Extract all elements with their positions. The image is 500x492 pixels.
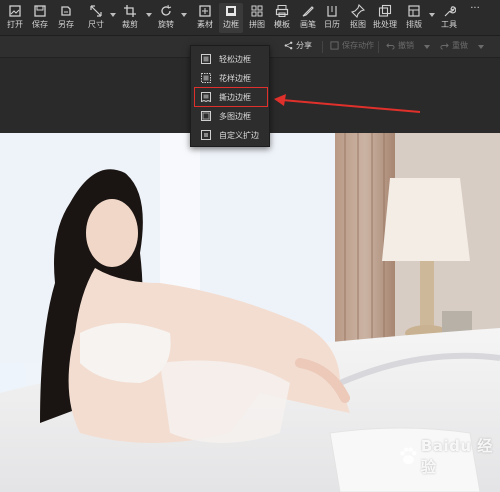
size-button[interactable]: 尺寸	[84, 3, 108, 33]
custom-expand-icon	[201, 130, 211, 140]
menu-item-label: 花样边框	[219, 73, 251, 83]
watermark-text: Baidu 经验	[420, 437, 493, 476]
material-button[interactable]: 素材	[193, 3, 217, 33]
divider	[322, 41, 323, 53]
template-button[interactable]: 模板	[270, 3, 294, 33]
batch-stack-icon	[378, 4, 392, 17]
more-label: ···	[470, 3, 480, 14]
draw-label: 画笔	[300, 20, 316, 29]
crop-dropdown-caret[interactable]	[146, 13, 152, 17]
wrench-icon	[444, 6, 456, 17]
rotate-button[interactable]: 旋转	[154, 3, 178, 33]
template-label: 模板	[274, 20, 290, 29]
simple-border-icon	[201, 54, 211, 64]
cutout-button[interactable]: 抠图	[346, 3, 370, 33]
undo-icon	[386, 43, 395, 50]
save-action-icon	[330, 41, 339, 50]
tools-label: 工具	[441, 20, 457, 29]
menu-item-label: 撕边边框	[219, 92, 251, 102]
share-button[interactable]: 分享	[284, 40, 312, 51]
layout-button[interactable]: 排版	[402, 3, 426, 33]
annotation-arrow	[274, 94, 421, 113]
baidu-watermark: Baidu 经验	[398, 437, 500, 476]
paw-logo-icon	[400, 447, 417, 465]
printer-icon	[275, 5, 289, 17]
share-label: 分享	[296, 41, 312, 50]
border-frame-icon	[226, 6, 236, 16]
undo-label: 撤销	[398, 41, 414, 50]
save-icon	[34, 5, 46, 17]
menu-item-simple-border[interactable]: 轻松边框	[195, 50, 267, 68]
puzzle-button[interactable]: 拼图	[245, 3, 269, 33]
calendar-label: 日历	[324, 20, 340, 29]
puzzle-label: 拼图	[249, 20, 265, 29]
save-as-button[interactable]: 另存	[54, 3, 78, 33]
save-action-button[interactable]: 保存动作	[330, 40, 374, 51]
share-icon	[284, 41, 293, 50]
material-label: 素材	[197, 20, 213, 29]
torn-edge-border-icon	[201, 92, 211, 102]
border-label: 边框	[223, 20, 239, 29]
rotate-icon	[161, 4, 172, 16]
collage-grid-icon	[251, 5, 263, 17]
crop-label: 裁剪	[122, 20, 138, 29]
save-action-label: 保存动作	[342, 41, 374, 50]
menu-item-multi-image-border[interactable]: 多图边框	[195, 107, 267, 125]
redo-icon	[440, 43, 449, 50]
save-button[interactable]: 保存	[28, 3, 52, 33]
rotate-label: 旋转	[158, 20, 174, 29]
open-image-icon	[9, 5, 21, 17]
layout-label: 排版	[406, 20, 422, 29]
calendar-button[interactable]: 日历	[320, 3, 344, 33]
calendar-icon	[327, 6, 337, 17]
open-button[interactable]: 打开	[3, 3, 27, 33]
multi-image-border-icon	[201, 111, 211, 121]
save-as-label: 另存	[58, 20, 74, 29]
draw-button[interactable]: 画笔	[296, 3, 320, 33]
menu-item-label: 轻松边框	[219, 54, 251, 64]
rotate-dropdown-caret[interactable]	[181, 13, 187, 17]
pen-icon	[302, 6, 314, 17]
material-icon	[199, 5, 211, 17]
border-dropdown-menu: 轻松边框 花样边框 撕边边框 多图边框 自定义扩边	[190, 45, 270, 147]
layout-dropdown-caret[interactable]	[429, 13, 435, 17]
save-label: 保存	[32, 20, 48, 29]
resize-icon	[90, 5, 102, 17]
crop-icon	[124, 5, 136, 17]
menu-item-label: 多图边框	[219, 111, 251, 121]
menu-item-custom-expand[interactable]: 自定义扩边	[195, 126, 267, 144]
menu-item-torn-edge-border[interactable]: 撕边边框	[194, 87, 268, 107]
undo-dropdown-caret[interactable]	[424, 45, 430, 49]
border-button[interactable]: 边框	[219, 3, 243, 33]
save-as-icon	[61, 6, 71, 16]
size-label: 尺寸	[88, 20, 104, 29]
redo-dropdown-caret[interactable]	[478, 45, 484, 49]
cutout-label: 抠图	[350, 20, 366, 29]
open-label: 打开	[7, 20, 23, 29]
batch-label: 批处理	[373, 20, 397, 29]
main-toolbar: 打开 保存 另存 尺寸 裁剪 旋转 素材 边框 拼图 模板 画笔 日历 抠图 批…	[0, 0, 500, 36]
menu-item-label: 自定义扩边	[219, 130, 259, 140]
tools-button[interactable]: 工具	[437, 3, 461, 33]
undo-button[interactable]: 撤销	[386, 40, 414, 51]
pin-cutout-icon	[351, 4, 365, 18]
batch-button[interactable]: 批处理	[372, 3, 398, 33]
redo-button[interactable]: 重做	[440, 40, 468, 51]
redo-label: 重做	[452, 41, 468, 50]
menu-item-pattern-border[interactable]: 花样边框	[195, 69, 267, 87]
crop-button[interactable]: 裁剪	[118, 3, 142, 33]
divider	[378, 41, 379, 53]
pattern-border-icon	[201, 73, 211, 83]
size-dropdown-caret[interactable]	[110, 13, 116, 17]
more-button[interactable]: ···	[463, 3, 487, 33]
layout-icon	[408, 5, 420, 17]
